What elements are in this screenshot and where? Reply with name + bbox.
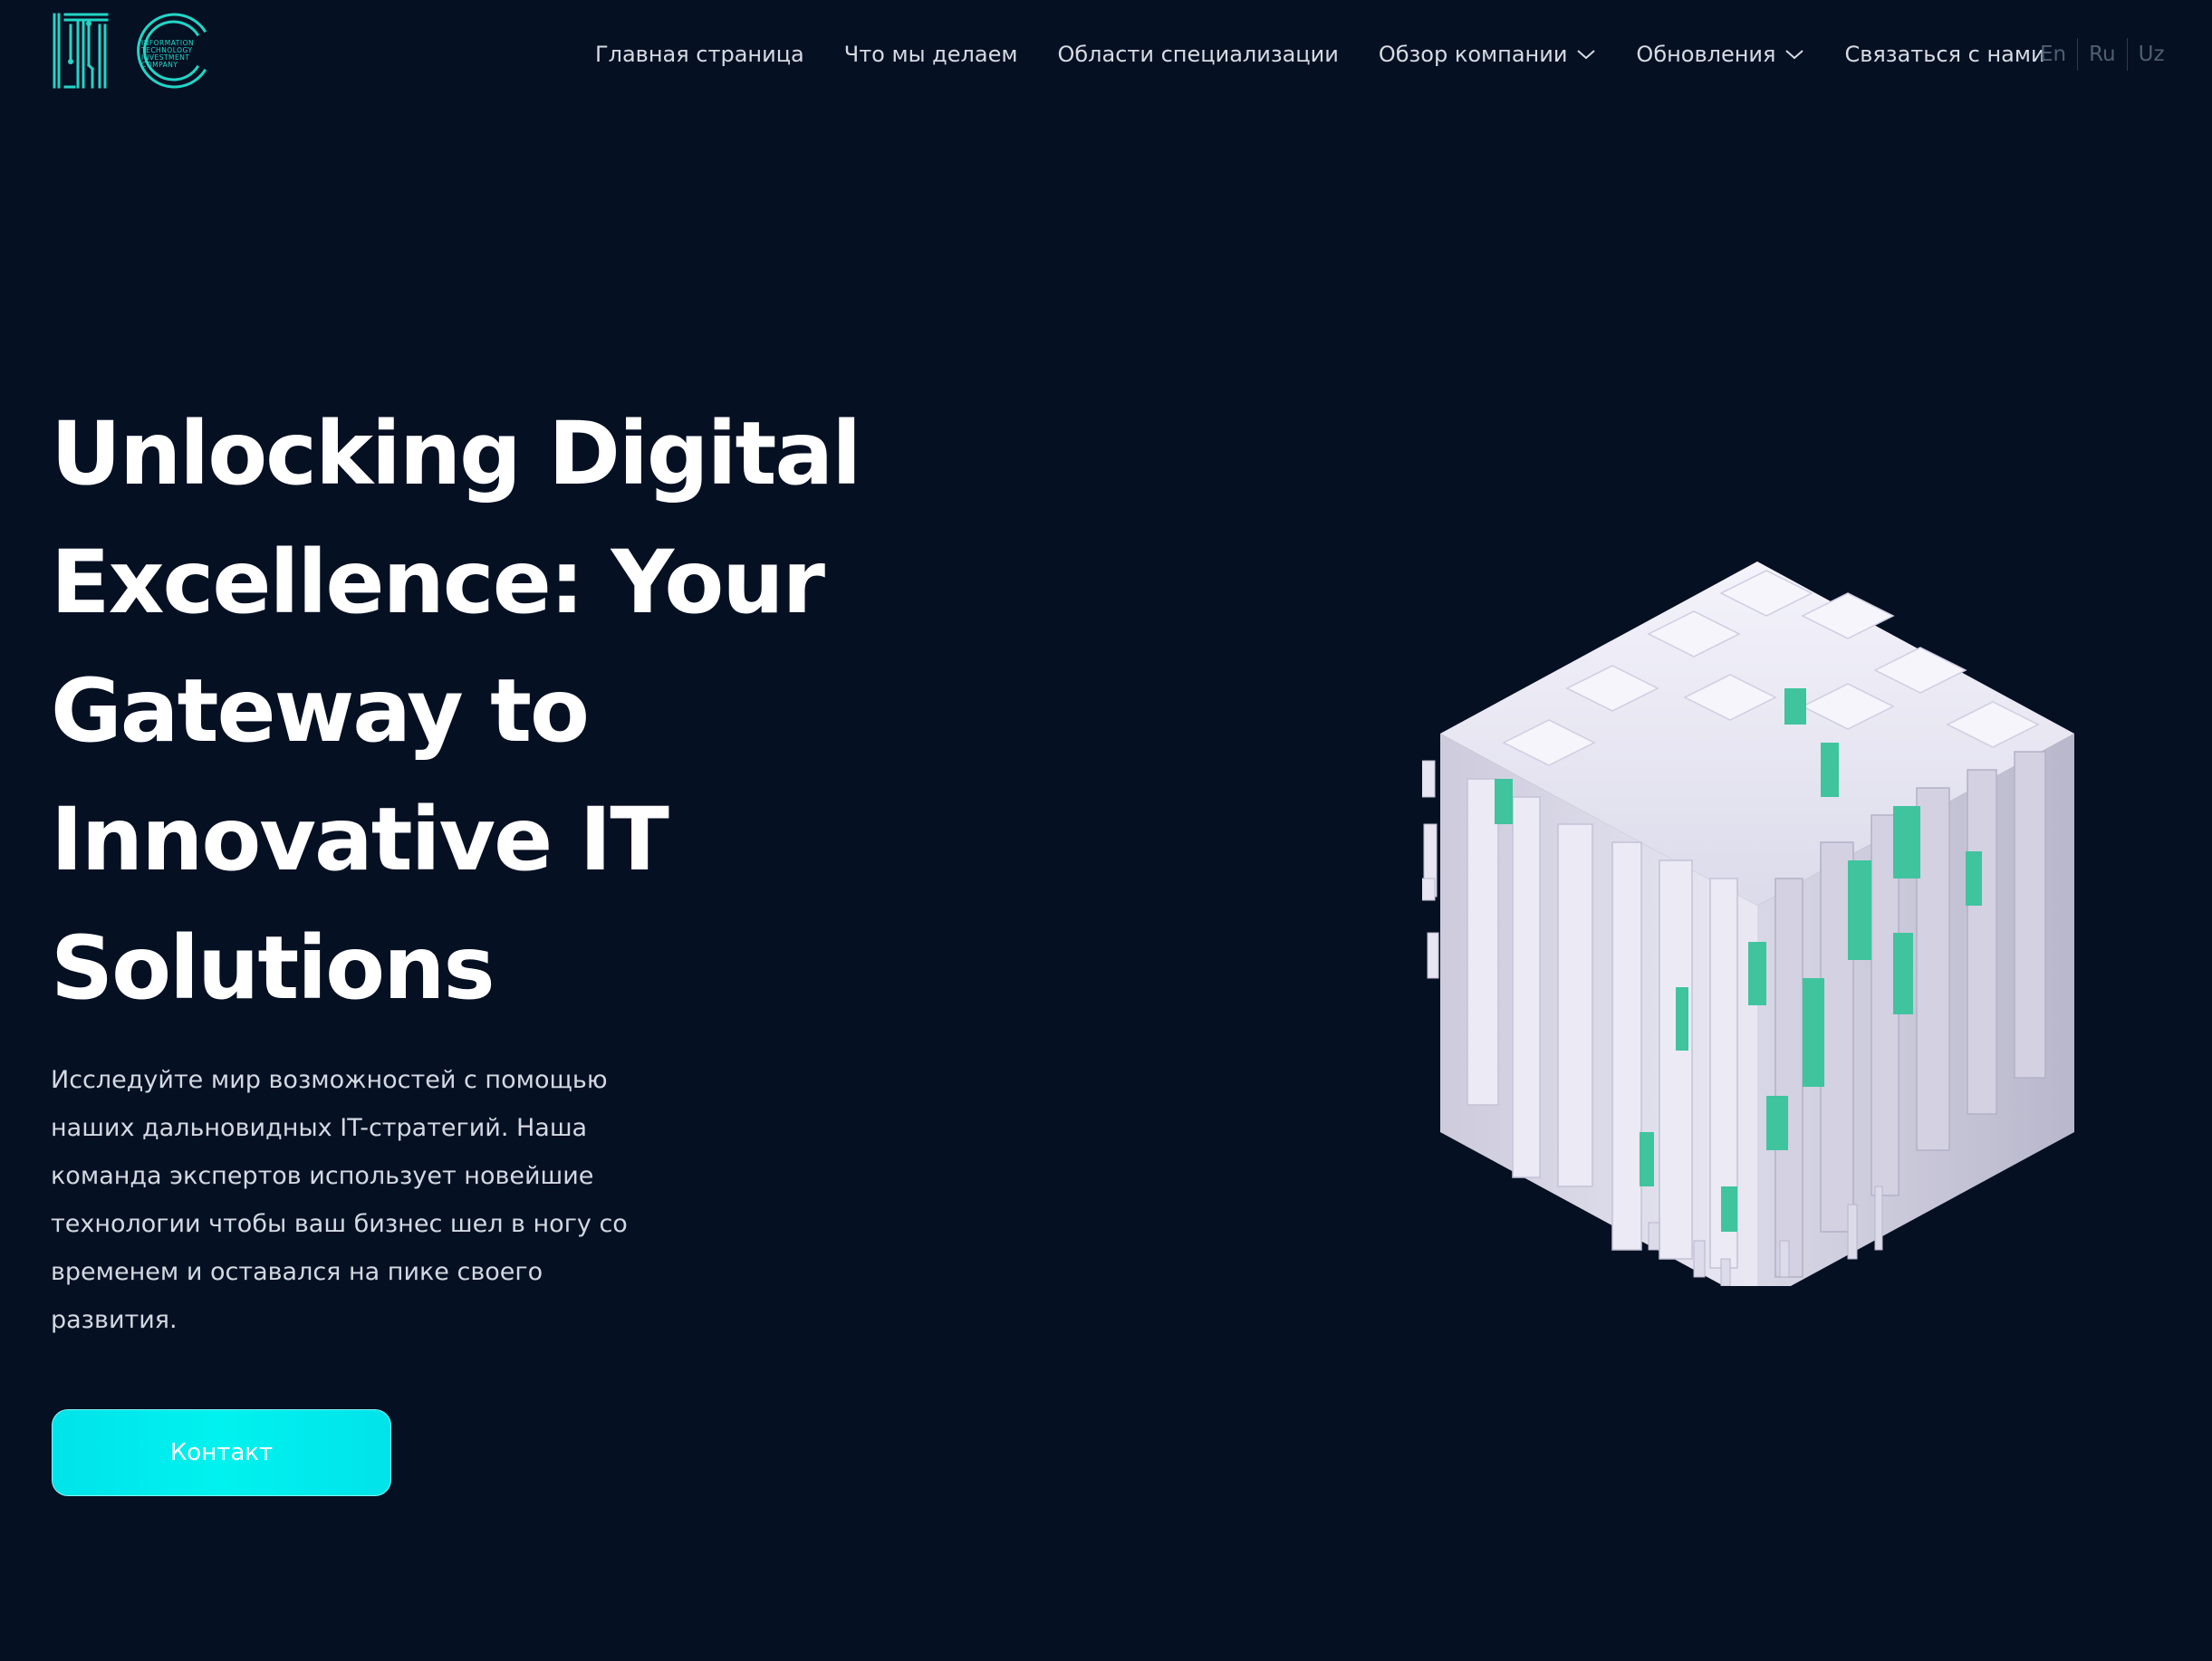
hero-description-line: временем и оставался на пике своего: [51, 1258, 543, 1286]
hero-description-line: технологии чтобы ваш бизнес шел в ногу с…: [51, 1210, 628, 1238]
chevron-down-icon: [1577, 50, 1596, 60]
hero-title-line: Solutions: [51, 917, 495, 1019]
hero-description-line: команда экспертов использует новейшие: [51, 1162, 594, 1190]
logo-subtitle-line: COMPANY: [141, 61, 178, 69]
voxel-cube-illustration: [1418, 552, 2074, 1304]
hero-description: Исследуйте мир возможностей с помощью на…: [51, 1056, 685, 1344]
contact-button-label: Контакт: [169, 1439, 274, 1466]
main-nav: Главная страница Что мы делаем Области с…: [595, 36, 2045, 72]
lang-uz[interactable]: Uz: [2128, 43, 2176, 66]
nav-item-label: Связаться с нами: [1844, 42, 2045, 67]
nav-item-what-we-do[interactable]: Что мы делаем: [844, 42, 1018, 67]
nav-item-contact-us[interactable]: Связаться с нами: [1844, 42, 2044, 67]
logo-subtitle: INFORMATION TECHNOLOGY INVESTMENT COMPAN…: [141, 40, 241, 69]
voxel-cube-icon: [1418, 562, 2074, 1304]
chevron-down-icon: [1785, 50, 1804, 60]
hero-description-line: развития.: [51, 1306, 178, 1334]
site-header: INFORMATION TECHNOLOGY INVESTMENT COMPAN…: [0, 0, 2212, 109]
hero-title: Unlocking Digital Excellence: Your Gatew…: [51, 389, 1065, 1032]
hero-title-line: Gateway to: [51, 660, 590, 762]
nav-item-label: Обновления: [1636, 42, 1776, 67]
hero-description-line: Исследуйте мир возможностей с помощью: [51, 1066, 608, 1094]
hero-title-line: Excellence: Your: [51, 532, 825, 633]
hero-description-line: наших дальновидных IT-стратегий. Наша: [51, 1114, 588, 1142]
language-switcher: En Ru Uz: [2040, 36, 2176, 72]
hero-title-line: Unlocking Digital: [51, 403, 861, 504]
nav-item-home[interactable]: Главная страница: [595, 42, 804, 67]
nav-item-updates[interactable]: Обновления: [1636, 42, 1804, 67]
nav-item-label: Главная страница: [595, 42, 804, 67]
lang-en[interactable]: En: [2040, 43, 2077, 66]
nav-item-label: Области специализации: [1057, 42, 1339, 67]
nav-item-label: Обзор компании: [1378, 42, 1568, 67]
lang-ru[interactable]: Ru: [2078, 43, 2127, 66]
nav-item-specializations[interactable]: Области специализации: [1057, 42, 1338, 67]
nav-item-label: Что мы делаем: [843, 42, 1018, 67]
contact-button[interactable]: Контакт: [52, 1409, 391, 1496]
nav-item-company-overview[interactable]: Обзор компании: [1379, 42, 1597, 67]
hero-title-line: Innovative IT: [51, 789, 669, 890]
itic-logo[interactable]: INFORMATION TECHNOLOGY INVESTMENT COMPAN…: [51, 11, 209, 92]
